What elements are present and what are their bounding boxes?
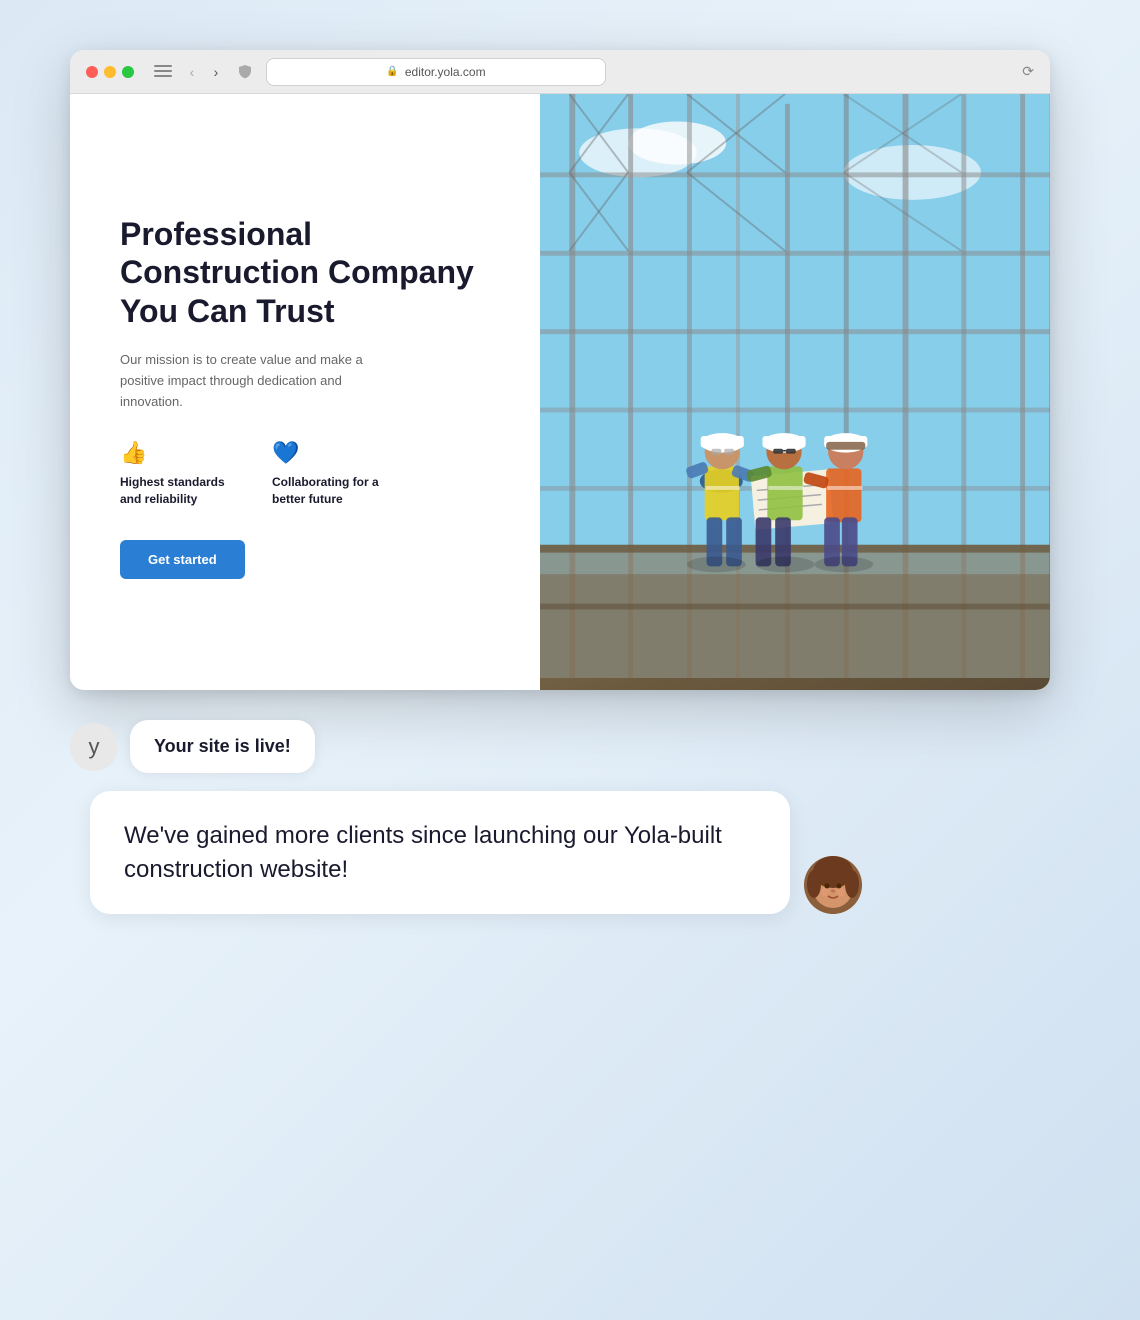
sidebar-toggle-icon[interactable] (154, 65, 172, 79)
feature-item-1: 👍 Highest standards and reliability (120, 440, 240, 508)
chat-bubble-1: Your site is live! (130, 720, 315, 773)
reload-button[interactable]: ⟳ (1022, 63, 1034, 80)
chat-bubble-2: We've gained more clients since launchin… (90, 791, 790, 914)
heart-icon: 💙 (272, 440, 392, 466)
browser-toolbar: ‹ › 🔒 editor.yola.com ⟳ (70, 50, 1050, 94)
website-hero-left: Professional Construction Company You Ca… (70, 94, 540, 690)
maximize-button[interactable] (122, 66, 134, 78)
website-hero-image (540, 94, 1050, 690)
security-icon (236, 63, 254, 81)
back-button[interactable]: ‹ (184, 64, 200, 80)
browser-window: ‹ › 🔒 editor.yola.com ⟳ Professional Con… (70, 50, 1050, 690)
feature-item-2: 💙 Collaborating for a better future (272, 440, 392, 508)
construction-background (540, 94, 1050, 690)
close-button[interactable] (86, 66, 98, 78)
features-row: 👍 Highest standards and reliability 💙 Co… (120, 440, 490, 508)
chat-text-1: Your site is live! (154, 736, 291, 756)
thumbsup-icon: 👍 (120, 440, 240, 466)
chat-section: y Your site is live! We've gained more c… (40, 690, 1100, 1270)
traffic-lights (86, 66, 134, 78)
hero-description: Our mission is to create value and make … (120, 350, 400, 412)
url-text: editor.yola.com (405, 65, 486, 79)
address-bar[interactable]: 🔒 editor.yola.com (266, 58, 606, 86)
lock-icon: 🔒 (386, 66, 398, 77)
website-content: Professional Construction Company You Ca… (70, 94, 1050, 690)
hero-title: Professional Construction Company You Ca… (120, 215, 490, 330)
chat-text-2: We've gained more clients since launchin… (124, 822, 722, 883)
yola-avatar-letter: y (89, 734, 100, 760)
chat-message-2: We've gained more clients since launchin… (90, 791, 1070, 914)
forward-button[interactable]: › (208, 64, 224, 80)
user-avatar (804, 856, 862, 914)
yola-avatar: y (70, 723, 118, 771)
feature-2-label: Collaborating for a better future (272, 474, 392, 508)
browser-navigation: ‹ › (184, 64, 224, 80)
feature-1-label: Highest standards and reliability (120, 474, 240, 508)
get-started-button[interactable]: Get started (120, 540, 245, 579)
chat-message-1: y Your site is live! (70, 720, 1070, 773)
minimize-button[interactable] (104, 66, 116, 78)
